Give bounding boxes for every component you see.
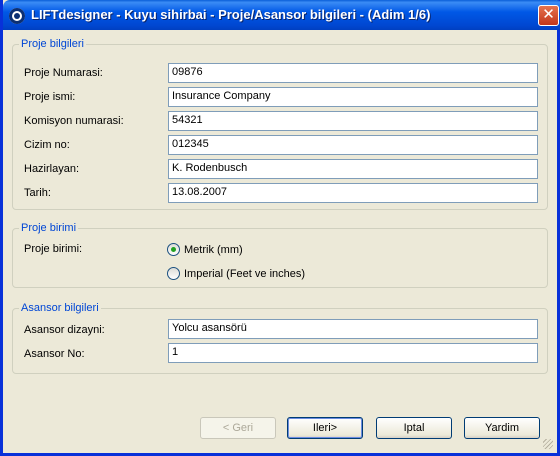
title-bar[interactable]: LIFTdesigner - Kuyu sihirbai - Proje/Asa… xyxy=(3,0,560,30)
back-button[interactable]: < Geri xyxy=(200,417,276,439)
proje-ismi-input[interactable]: Insurance Company xyxy=(168,87,538,107)
close-button[interactable]: ✕ xyxy=(538,5,559,26)
help-button[interactable]: Yardim xyxy=(464,417,540,439)
label-komisyon-numarasi: Komisyon numarasi: xyxy=(24,115,124,127)
proje-numarasi-input[interactable]: 09876 xyxy=(168,63,538,83)
label-proje-numarasi: Proje Numarasi: xyxy=(24,67,103,79)
group-asansor-bilgileri-title: Asansor bilgileri xyxy=(21,302,99,314)
cancel-button[interactable]: Iptal xyxy=(376,417,452,439)
komisyon-numarasi-input[interactable]: 54321 xyxy=(168,111,538,131)
radio-imperial[interactable] xyxy=(167,267,180,280)
app-icon xyxy=(9,8,25,24)
label-proje-birimi: Proje birimi: xyxy=(24,243,83,255)
asansor-dizayni-input[interactable]: Yolcu asansörü xyxy=(168,319,538,339)
group-proje-bilgileri-title: Proje bilgileri xyxy=(21,38,84,50)
group-proje-birimi-title: Proje birimi xyxy=(21,222,77,234)
label-tarih: Tarih: xyxy=(24,187,51,199)
asansor-no-input[interactable]: 1 xyxy=(168,343,538,363)
hazirlayan-input[interactable]: K. Rodenbusch xyxy=(168,159,538,179)
label-proje-ismi: Proje ismi: xyxy=(24,91,76,103)
radio-imperial-label[interactable]: Imperial (Feet ve inches) xyxy=(184,268,305,280)
radio-metrik-label[interactable]: Metrik (mm) xyxy=(184,244,243,256)
label-asansor-dizayni: Asansor dizayni: xyxy=(24,324,105,336)
label-asansor-no: Asansor No: xyxy=(24,348,85,360)
wizard-window: LIFTdesigner - Kuyu sihirbai - Proje/Asa… xyxy=(0,0,560,456)
resize-grip[interactable] xyxy=(543,439,553,449)
cizim-no-input[interactable]: 012345 xyxy=(168,135,538,155)
close-icon: ✕ xyxy=(542,6,555,23)
label-hazirlayan: Hazirlayan: xyxy=(24,163,80,175)
window-title: LIFTdesigner - Kuyu sihirbai - Proje/Asa… xyxy=(31,7,431,22)
next-button[interactable]: Ileri> xyxy=(287,417,363,439)
radio-metrik[interactable] xyxy=(167,243,180,256)
tarih-input[interactable]: 13.08.2007 xyxy=(168,183,538,203)
label-cizim-no: Cizim no: xyxy=(24,139,70,151)
